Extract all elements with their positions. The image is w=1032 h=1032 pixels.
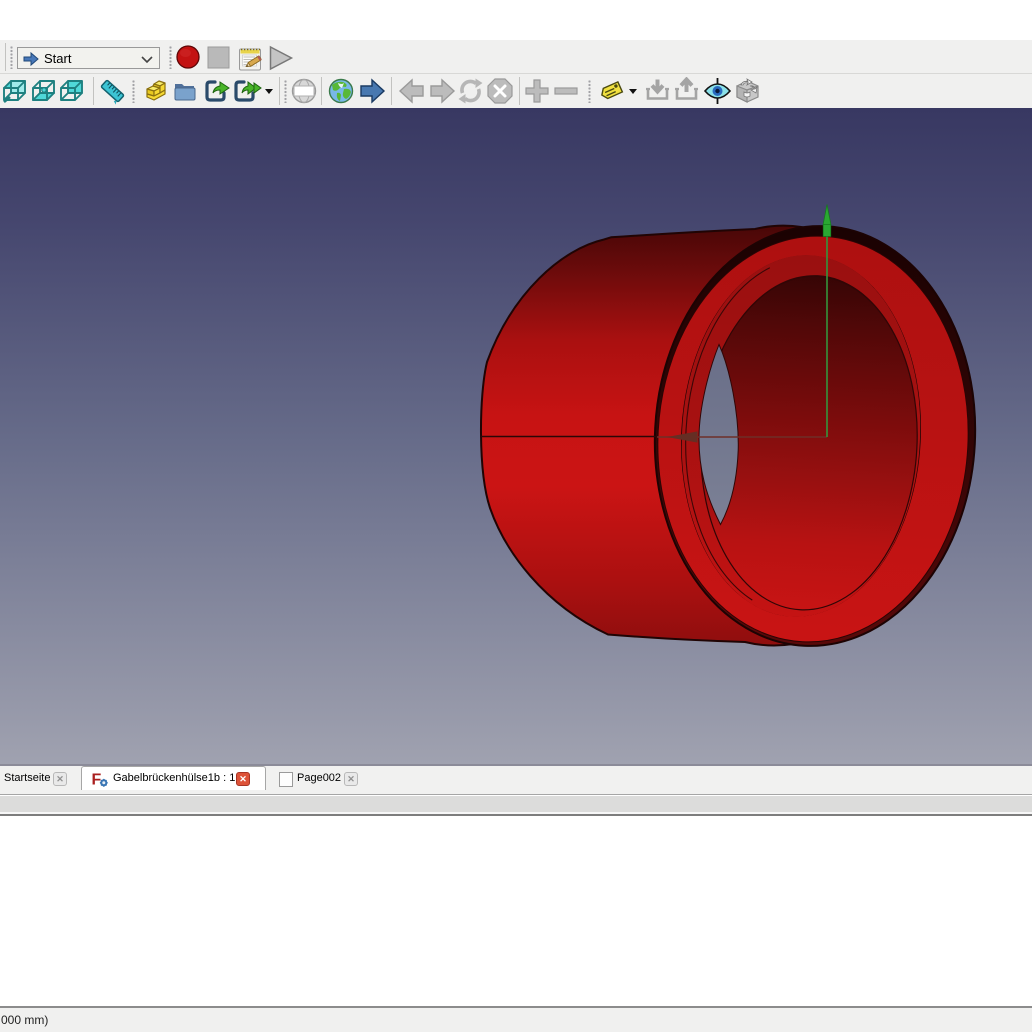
svg-text:F: F [92,772,102,789]
